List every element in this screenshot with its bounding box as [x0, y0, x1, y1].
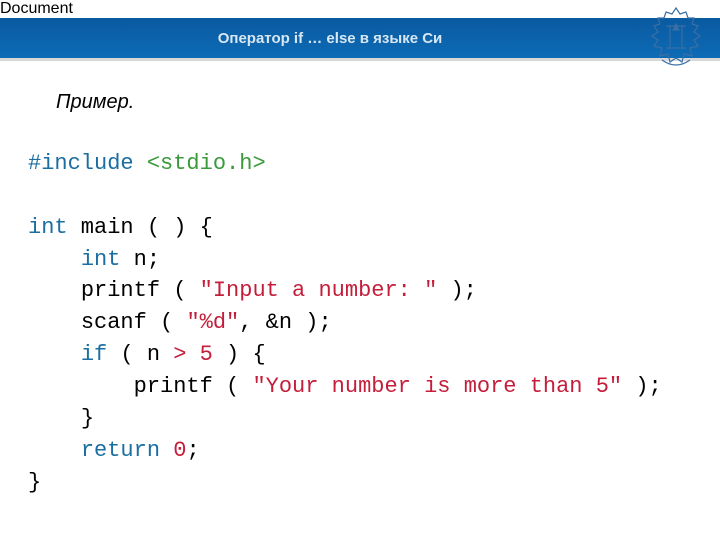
- space: [186, 342, 199, 367]
- call-scanf: scanf (: [81, 310, 187, 335]
- keyword-int: int: [28, 215, 68, 240]
- brace: }: [28, 470, 41, 495]
- line-2: int main ( ) {: [28, 215, 213, 240]
- indent: [28, 406, 81, 431]
- header-title: Оператор if … else в языке Си: [218, 30, 443, 47]
- line-4: printf ( "Input a number: " );: [28, 278, 477, 303]
- angle-gt: >: [252, 151, 265, 176]
- line-5: scanf ( "%d", &n );: [28, 310, 332, 335]
- content: Пример. #include <stdio.h> int main ( ) …: [0, 61, 720, 531]
- num-5: 5: [200, 342, 213, 367]
- rest: );: [622, 374, 662, 399]
- line-1: #include <stdio.h>: [28, 151, 266, 176]
- code-block: #include <stdio.h> int main ( ) { int n;…: [28, 116, 692, 531]
- space: [160, 438, 173, 463]
- op-gt: >: [173, 342, 186, 367]
- keyword-if: if: [81, 342, 107, 367]
- string-literal: "%d": [186, 310, 239, 335]
- example-label: Пример.: [56, 91, 692, 114]
- call-printf: printf (: [134, 374, 253, 399]
- line-7: printf ( "Your number is more than 5" );: [28, 374, 662, 399]
- rest: );: [437, 278, 477, 303]
- brace: }: [81, 406, 94, 431]
- indent: [28, 310, 81, 335]
- line-10: }: [28, 470, 41, 495]
- header-name: stdio.h: [160, 151, 252, 176]
- line-9: return 0;: [28, 438, 200, 463]
- indent: [28, 247, 81, 272]
- cond-pre: ( n: [107, 342, 173, 367]
- rest: , &n );: [239, 310, 331, 335]
- var-decl: n;: [120, 247, 160, 272]
- indent: [28, 374, 134, 399]
- fn-main: main ( ) {: [68, 215, 213, 240]
- indent: [28, 278, 81, 303]
- cond-post: ) {: [213, 342, 266, 367]
- slide-header: Оператор if … else в языке Си: [0, 18, 720, 58]
- semi: ;: [186, 438, 199, 463]
- keyword-return: return: [81, 438, 160, 463]
- angle-lt: <: [147, 151, 160, 176]
- call-printf: printf (: [81, 278, 200, 303]
- num-0: 0: [173, 438, 186, 463]
- line-3: int n;: [28, 247, 160, 272]
- emblem-icon: [642, 4, 710, 74]
- indent: [28, 342, 81, 367]
- line-6: if ( n > 5 ) {: [28, 342, 266, 367]
- string-literal: "Your number is more than 5": [252, 374, 622, 399]
- keyword-include: #include: [28, 151, 134, 176]
- indent: [28, 438, 81, 463]
- line-8: }: [28, 406, 94, 431]
- keyword-int: int: [81, 247, 121, 272]
- string-literal: "Input a number: ": [200, 278, 438, 303]
